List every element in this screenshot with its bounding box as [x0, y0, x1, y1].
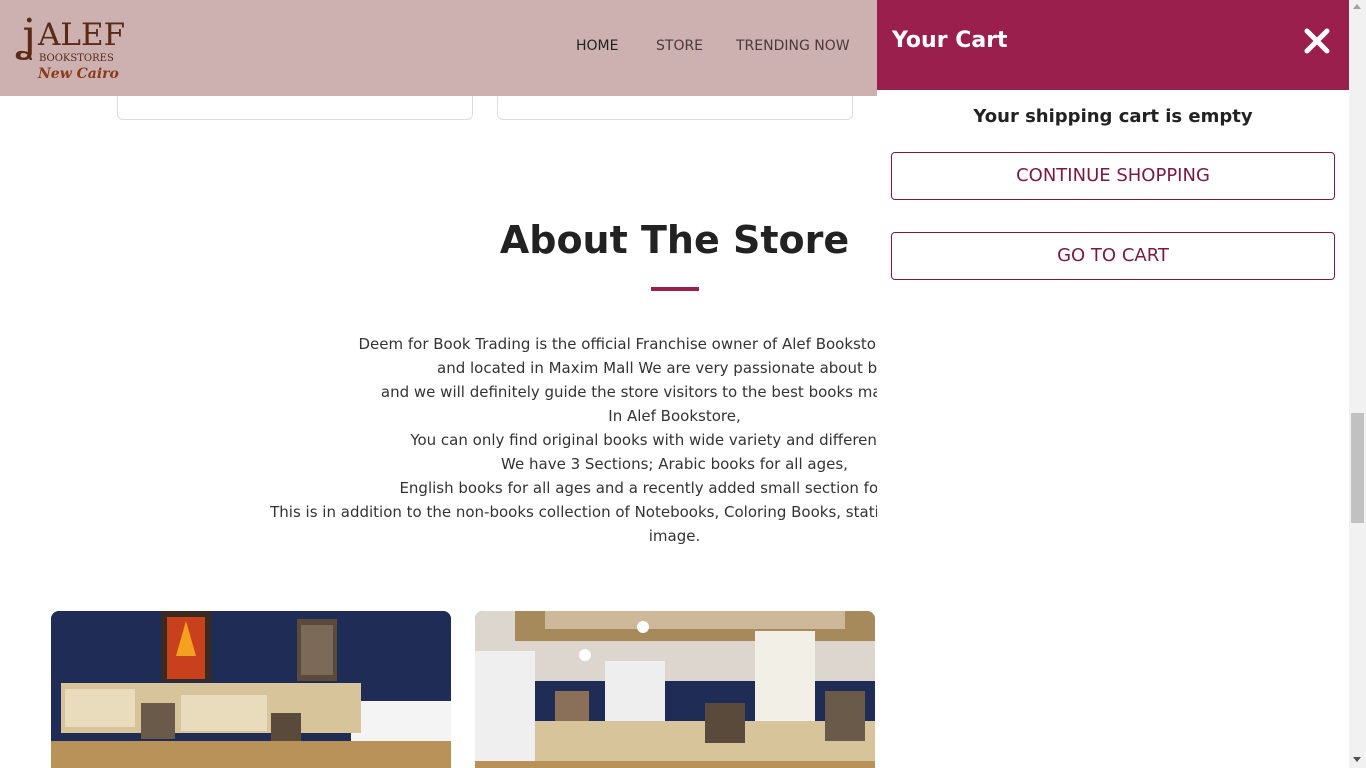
cart-title: Your Cart	[892, 28, 1008, 53]
logo-city: New Cairo	[38, 66, 119, 82]
cart-empty-message: Your shipping cart is empty	[973, 106, 1253, 127]
close-icon[interactable]	[1302, 26, 1332, 56]
logo-name: ALEF	[38, 17, 126, 53]
go-to-cart-button[interactable]: GO TO CART	[891, 232, 1335, 280]
title-underline	[651, 287, 699, 291]
cart-drawer: Your Cart Your shipping cart is empty CO…	[877, 0, 1349, 768]
store-photo	[475, 611, 875, 768]
nav-store[interactable]: STORE	[656, 38, 703, 54]
scroll-down-icon[interactable]	[1353, 757, 1361, 762]
scroll-thumb[interactable]	[1351, 413, 1364, 523]
continue-shopping-button[interactable]: CONTINUE SHOPPING	[891, 152, 1335, 200]
alef-logo[interactable]: ʝ ALEF BOOKSTORES New Cairo	[18, 12, 128, 86]
page-scrollbar[interactable]	[1349, 0, 1366, 768]
nav-trending-now[interactable]: TRENDING NOW	[736, 38, 850, 54]
store-photo	[51, 611, 451, 768]
cart-header: Your Cart	[877, 0, 1349, 90]
logo-mark: ʝ	[20, 10, 37, 61]
scroll-up-icon[interactable]	[1353, 4, 1361, 9]
logo-subtitle: BOOKSTORES	[39, 53, 114, 64]
nav-home[interactable]: HOME	[576, 38, 618, 54]
